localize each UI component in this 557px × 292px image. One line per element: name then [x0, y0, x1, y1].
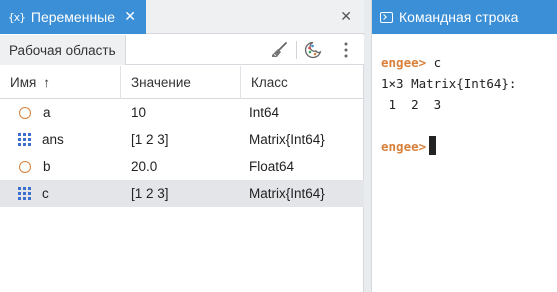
- column-name-label: Имя: [10, 75, 37, 90]
- row-value: 20.0: [131, 159, 158, 174]
- row-name: a: [43, 105, 51, 120]
- matrix-icon: [18, 133, 31, 146]
- row-name-cell: b: [0, 153, 121, 180]
- variables-icon: {x}: [8, 10, 26, 24]
- tab-command-line-label: Командная строка: [399, 9, 519, 25]
- table-row[interactable]: b 20.0 Float64: [0, 153, 364, 180]
- command-panel: Командная строка engee> c 1×3 Matrix{Int…: [371, 0, 557, 292]
- row-name-cell: a: [0, 99, 121, 126]
- row-name: b: [43, 159, 51, 174]
- close-icon[interactable]: ✕: [124, 8, 136, 24]
- row-value: [1 2 3]: [131, 132, 169, 147]
- column-header-value[interactable]: Значение: [121, 66, 241, 99]
- variables-toolbar: Рабочая область: [0, 35, 364, 65]
- row-class: Float64: [249, 159, 295, 174]
- console-output[interactable]: engee> c 1×3 Matrix{Int64}: 1 2 3 engee>: [381, 52, 516, 157]
- row-name-cell: c: [0, 180, 121, 207]
- table-row-selected[interactable]: c [1 2 3] Matrix{Int64}: [0, 180, 364, 207]
- scalar-icon: [19, 160, 31, 173]
- terminal-icon: [380, 11, 393, 23]
- tab-variables-label: Переменные: [30, 9, 116, 25]
- column-header-name[interactable]: Имя ↑: [0, 66, 121, 99]
- app-window: {x} Переменные ✕ ✕ Рабочая область Имя ↑…: [0, 0, 557, 292]
- row-name-cell: ans: [0, 126, 121, 153]
- console-prompt: engee>: [381, 55, 427, 70]
- row-value: [1 2 3]: [131, 186, 169, 201]
- panel-close-icon[interactable]: ✕: [340, 8, 352, 24]
- variables-table: Имя ↑ Значение Класс a 10 Int64 ans [1 2…: [0, 66, 364, 207]
- broom-icon[interactable]: [268, 39, 290, 61]
- console-prompt: engee>: [381, 139, 427, 154]
- row-name: c: [42, 186, 49, 201]
- column-header-class[interactable]: Класс: [241, 66, 364, 99]
- toolbar-divider: [296, 41, 297, 59]
- palette-icon[interactable]: [302, 39, 324, 61]
- row-name: ans: [42, 132, 64, 147]
- tab-workspace[interactable]: Рабочая область: [0, 35, 126, 65]
- matrix-icon: [18, 187, 31, 200]
- console-output-line: 1 2 3: [381, 97, 442, 112]
- text-cursor[interactable]: [429, 136, 437, 155]
- table-row[interactable]: ans [1 2 3] Matrix{Int64}: [0, 126, 364, 153]
- table-row[interactable]: a 10 Int64: [0, 99, 364, 126]
- row-class: Matrix{Int64}: [249, 132, 325, 147]
- tab-command-line[interactable]: Командная строка: [372, 0, 557, 34]
- tab-variables[interactable]: {x} Переменные ✕: [0, 0, 146, 34]
- more-vertical-icon[interactable]: [335, 39, 357, 61]
- console-output-line: 1×3 Matrix{Int64}:: [381, 76, 517, 91]
- row-class: Matrix{Int64}: [249, 186, 325, 201]
- sort-arrow-icon: ↑: [43, 75, 51, 90]
- row-value: 10: [131, 105, 147, 120]
- variables-tabbar: {x} Переменные ✕ ✕: [0, 0, 364, 34]
- variables-panel: {x} Переменные ✕ ✕ Рабочая область Имя ↑…: [0, 0, 364, 292]
- scalar-icon: [19, 106, 31, 119]
- console-command: c: [426, 55, 442, 70]
- row-class: Int64: [249, 105, 280, 120]
- table-header: Имя ↑ Значение Класс: [0, 66, 364, 99]
